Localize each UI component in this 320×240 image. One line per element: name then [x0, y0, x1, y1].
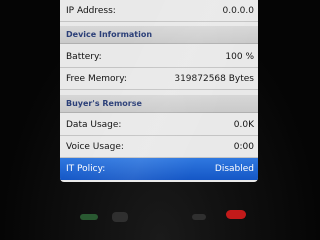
- data-usage-row[interactable]: Data Usage: 0.0K: [60, 114, 258, 136]
- free-memory-value: 319872568 Bytes: [174, 73, 254, 84]
- free-memory-row[interactable]: Free Memory: 319872568 Bytes: [60, 68, 258, 90]
- phone-device: IP Address: 0.0.0.0 Device Information B…: [0, 0, 320, 240]
- status-screen: IP Address: 0.0.0.0 Device Information B…: [60, 0, 258, 182]
- battery-value: 100 %: [225, 51, 254, 62]
- voice-usage-row[interactable]: Voice Usage: 0:00: [60, 136, 258, 158]
- it-policy-value: Disabled: [214, 164, 254, 174]
- data-usage-value: 0.0K: [233, 119, 254, 130]
- hardware-keypad: [0, 188, 320, 240]
- ip-address-label: IP Address:: [66, 5, 116, 16]
- end-key-icon[interactable]: [226, 210, 246, 219]
- battery-row[interactable]: Battery: 100 %: [60, 46, 258, 68]
- it-policy-row[interactable]: IT Policy: Disabled: [60, 158, 258, 180]
- menu-key-icon[interactable]: [112, 212, 128, 222]
- call-key-icon[interactable]: [80, 214, 98, 220]
- ip-address-value: 0.0.0.0: [222, 5, 255, 16]
- voice-usage-value: 0:00: [233, 141, 254, 152]
- free-memory-label: Free Memory:: [66, 73, 127, 84]
- section-header-buyers-remorse: Buyer's Remorse: [60, 95, 258, 113]
- section-header-device-information: Device Information: [60, 26, 258, 44]
- battery-label: Battery:: [66, 51, 102, 62]
- back-key-icon[interactable]: [192, 214, 206, 220]
- data-usage-label: Data Usage:: [66, 119, 122, 130]
- it-policy-label: IT Policy:: [66, 164, 106, 174]
- buyers-remorse-heading: Buyer's Remorse: [66, 99, 142, 108]
- ip-address-row[interactable]: IP Address: 0.0.0.0: [60, 0, 258, 22]
- voice-usage-label: Voice Usage:: [66, 141, 124, 152]
- device-information-heading: Device Information: [66, 30, 153, 39]
